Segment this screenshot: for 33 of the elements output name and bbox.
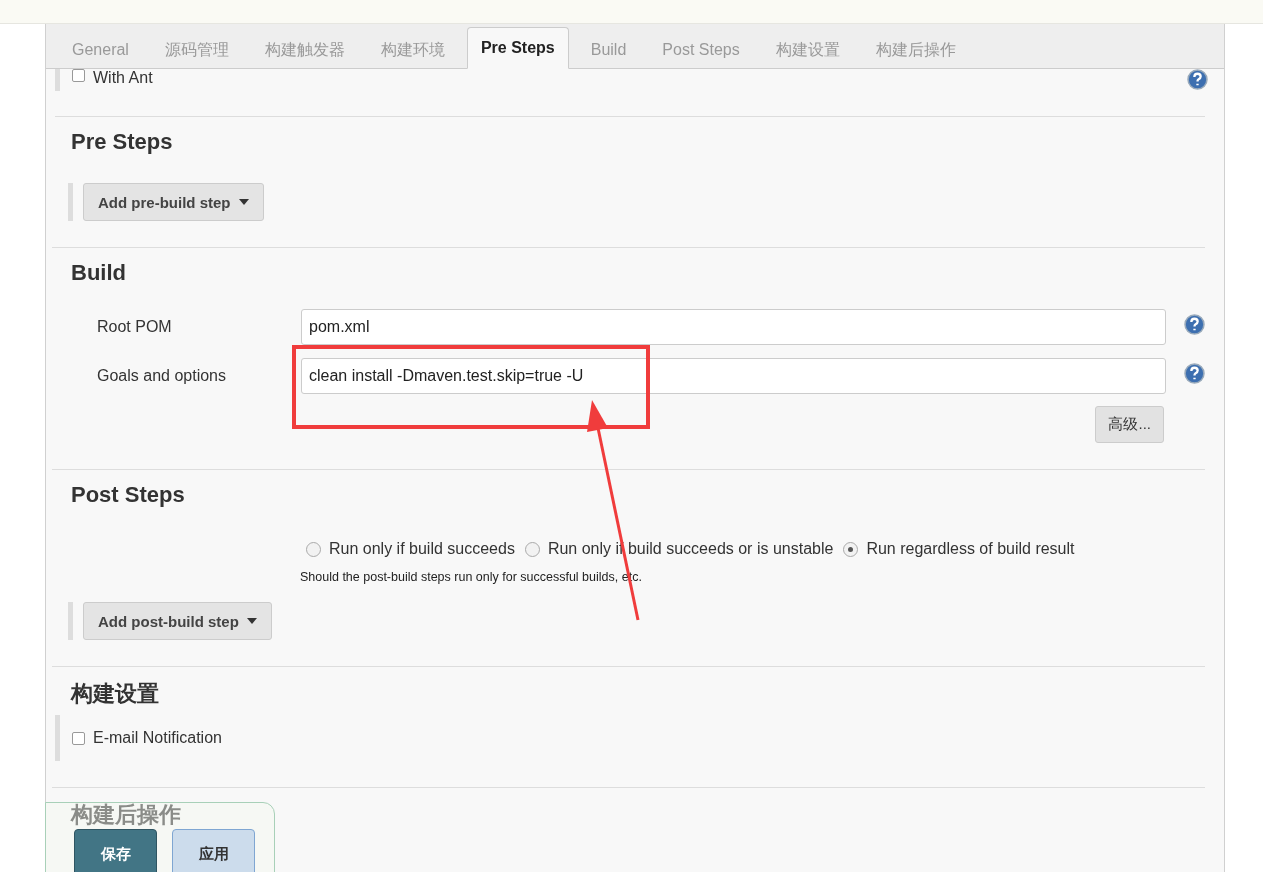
- indent-bar: [68, 602, 73, 640]
- form-button[interactable]: 保存: [74, 829, 157, 872]
- section-heading: Pre Steps: [70, 128, 174, 156]
- radio-button[interactable]: [306, 541, 321, 557]
- help-icon[interactable]: [1184, 362, 1205, 384]
- input-field[interactable]: clean install -Dmaven.test.skip=true -U: [301, 358, 1166, 394]
- field-label: Root POM: [96, 318, 173, 336]
- indent-bar: [68, 183, 73, 221]
- input-field[interactable]: pom.xml: [301, 309, 1166, 345]
- indent-bar: [55, 715, 60, 761]
- checkbox[interactable]: [72, 731, 85, 745]
- section-heading: 构建后操作: [69, 801, 182, 829]
- caret-icon: [246, 618, 257, 624]
- add-step-dropdown[interactable]: Add pre-build step: [83, 183, 264, 221]
- tab[interactable]: Pre Steps: [466, 27, 569, 69]
- add-step-dropdown[interactable]: Add post-build step: [83, 602, 272, 640]
- section-heading: 构建设置: [69, 680, 160, 708]
- radio-button[interactable]: [843, 541, 859, 557]
- field-label: Goals and options: [96, 367, 227, 385]
- indent-bar: [55, 69, 60, 91]
- caret-icon: [238, 199, 249, 205]
- form-button[interactable]: 应用: [172, 829, 255, 872]
- help-icon[interactable]: [1184, 313, 1205, 335]
- checkbox-label: With Ant: [93, 69, 153, 87]
- help-icon[interactable]: [1187, 69, 1208, 90]
- section-heading: Post Steps: [70, 481, 186, 509]
- radio-label: Run regardless of build result: [866, 540, 1075, 558]
- radio-button[interactable]: [524, 541, 540, 557]
- checkbox-label: E-mail Notification: [93, 729, 222, 747]
- section-heading: Build: [70, 259, 127, 287]
- radio-label: Run only if build succeeds: [329, 540, 515, 558]
- advanced-button[interactable]: 高级...: [1095, 406, 1164, 443]
- checkbox[interactable]: [72, 69, 85, 82]
